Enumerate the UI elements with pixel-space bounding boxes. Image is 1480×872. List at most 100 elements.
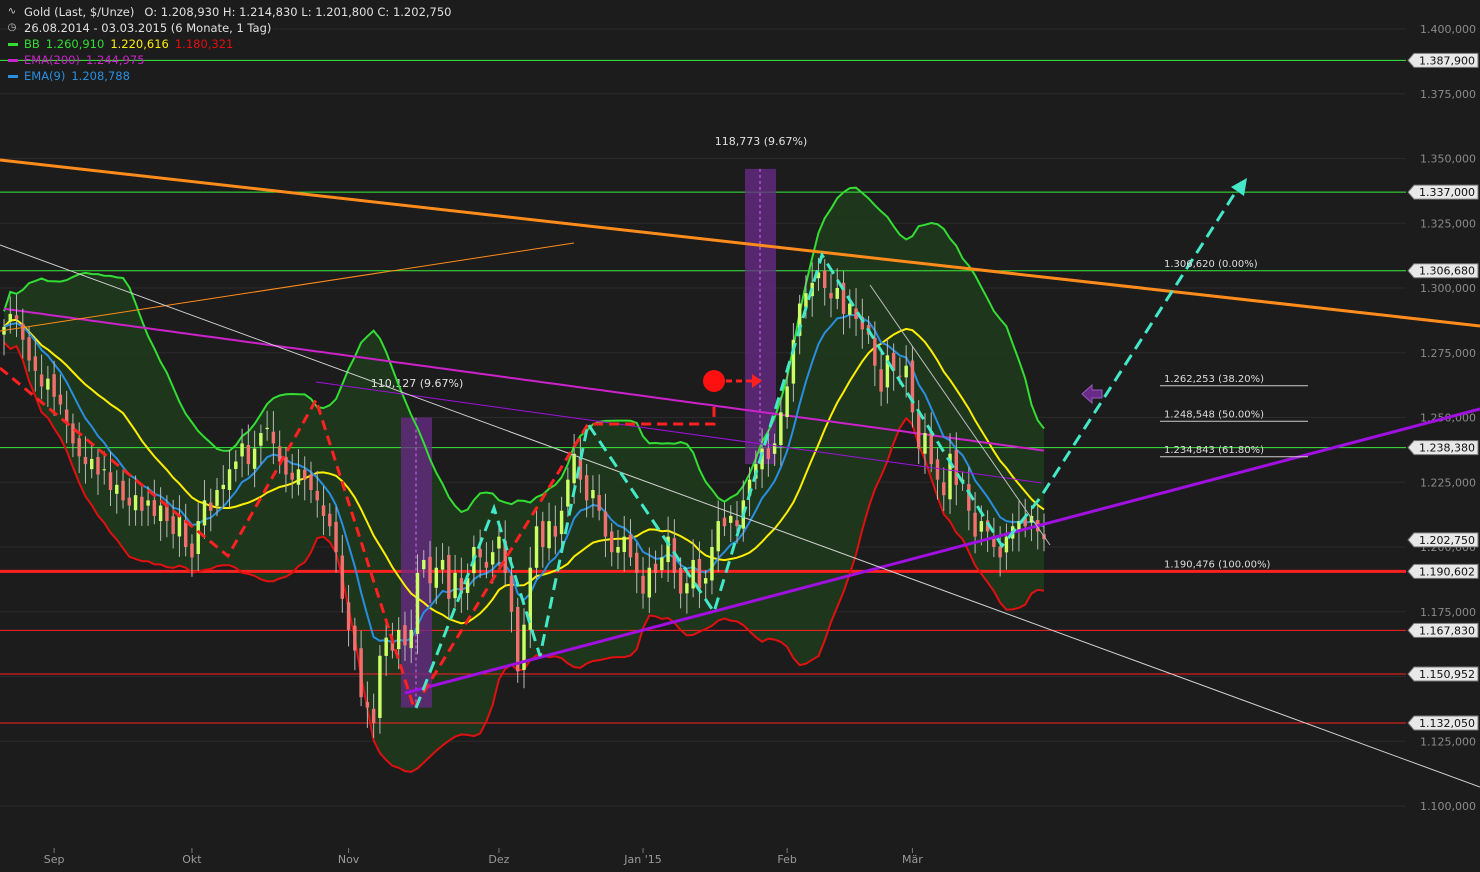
legend-bb-mid: 1.260,910 — [45, 37, 105, 51]
price-badge-label: 1.306,680 — [1419, 265, 1475, 278]
candle-body — [152, 500, 157, 516]
chart-root: 1.400,000 1.375,000 1.350,000 1.325,000 1.30… — [0, 0, 1480, 872]
candle-body — [328, 513, 332, 527]
candle-body — [609, 531, 614, 553]
candle-body — [547, 521, 551, 549]
candle-body — [628, 534, 633, 558]
x-tick-label: Dez — [488, 853, 509, 866]
candle-body — [158, 505, 163, 522]
candle-body — [653, 563, 658, 573]
legend-range-row: ◷ 26.08.2014 - 03.03.2015 (6 Monate, 1 T… — [6, 20, 454, 36]
candle-body — [678, 567, 683, 594]
legend-instrument: Gold (Last, $/Unze) — [22, 4, 137, 20]
candle-body — [209, 502, 213, 511]
candle-body — [484, 561, 489, 568]
legend-ohlc: O: 1.208,930 H: 1.214,830 L: 1.201,800 C… — [142, 4, 454, 20]
candle-body — [572, 453, 576, 484]
candle-body — [804, 293, 808, 308]
legend-ema200-value: 1.244,975 — [85, 53, 145, 67]
y-tick-label: 1.350,000 — [1420, 153, 1476, 166]
candle-body — [215, 490, 219, 506]
y-tick-label: 1.325,000 — [1420, 217, 1476, 230]
candle-body — [566, 479, 570, 507]
candle-body — [196, 521, 200, 554]
candle-body — [121, 480, 125, 501]
price-badge-label: 1.202,750 — [1419, 534, 1475, 547]
bb-swatch — [8, 42, 18, 46]
candle-body — [390, 642, 395, 651]
y-tick-label: 1.225,000 — [1420, 476, 1476, 489]
orange-resistance-trendline — [0, 158, 1480, 328]
candle-body — [603, 511, 608, 537]
candle-body — [685, 583, 689, 594]
legend-ema200-row[interactable]: EMA(200) 1.244,975 — [6, 52, 454, 68]
candle-body — [616, 547, 620, 553]
candle-body — [89, 458, 94, 470]
candle-body — [647, 567, 652, 598]
candle-body — [766, 448, 771, 459]
candle-body — [127, 497, 132, 506]
legend-ema9-row[interactable]: EMA(9) 1.208,788 — [6, 68, 454, 84]
candle-body — [403, 625, 407, 646]
measure-label-jan: 118,773 (9.67%) — [715, 135, 808, 148]
candle-body — [371, 708, 376, 724]
fib-label: 1.262,253 (38.20%) — [1164, 374, 1264, 385]
candle-body — [497, 536, 501, 549]
y-tick-label: 1.375,000 — [1420, 88, 1476, 101]
candle-body — [559, 510, 564, 535]
candle-body — [942, 482, 946, 496]
price-badge-label: 1.167,830 — [1419, 624, 1475, 637]
candle-body — [409, 629, 413, 649]
candle-body — [115, 484, 119, 494]
candle-body — [384, 637, 388, 656]
candle-body — [447, 554, 451, 599]
candle-body — [428, 556, 432, 584]
x-axis: Sep Okt Nov Dez Jan '15 Feb Mär — [44, 848, 923, 866]
candle-body — [303, 469, 307, 480]
price-badge-label: 1.132,050 — [1419, 717, 1475, 730]
cyan-target-arrowhead — [1231, 178, 1247, 196]
candle-body — [321, 505, 326, 516]
candle-body — [973, 512, 977, 537]
candle-body — [183, 520, 188, 547]
candle-body — [27, 337, 31, 361]
candle-body — [396, 629, 401, 650]
y-tick-label: 1.175,000 — [1420, 606, 1476, 619]
x-tick-label: Okt — [182, 853, 202, 866]
candle — [353, 617, 357, 671]
candle-body — [202, 500, 207, 526]
candle-body — [722, 517, 727, 527]
legend-bb-row[interactable]: BB 1.260,910 1.220,616 1.180,321 — [6, 36, 454, 52]
measure-label-nov: 110,127 (9.67%) — [371, 377, 464, 390]
candle — [516, 597, 520, 683]
chart-type-icon: ∿ — [7, 6, 17, 17]
candle-body — [553, 525, 558, 537]
candle-body — [910, 360, 915, 413]
ema200-swatch — [8, 58, 18, 62]
candle-body — [735, 520, 739, 527]
candle-body — [96, 457, 100, 475]
y-tick-label: 1.125,000 — [1420, 735, 1476, 748]
candle-body — [71, 423, 75, 444]
purple-arrow-marker — [1081, 383, 1103, 405]
y-tick-label: 1.400,000 — [1420, 23, 1476, 36]
candle-body — [697, 558, 702, 589]
legend-instrument-row: ∿ Gold (Last, $/Unze) O: 1.208,930 H: 1.… — [6, 4, 454, 20]
candle-body — [234, 461, 238, 469]
legend-bb-label: BB — [24, 37, 40, 51]
candle-body — [284, 456, 288, 475]
candle-body — [340, 555, 345, 599]
candle-body — [772, 443, 777, 454]
candle-body — [140, 496, 144, 511]
candle-body — [334, 521, 338, 553]
candle-body — [635, 552, 639, 573]
y-tick-label: 1.300,000 — [1420, 282, 1476, 295]
gold-chart[interactable]: 1.400,000 1.375,000 1.350,000 1.325,000 1.30… — [0, 0, 1480, 872]
candle-body — [146, 500, 150, 506]
candle-body — [77, 438, 81, 457]
candle-body — [848, 303, 852, 315]
candle-body — [8, 313, 12, 322]
candle-body — [252, 448, 257, 469]
candle-body — [315, 490, 319, 501]
candle-body — [290, 472, 294, 480]
